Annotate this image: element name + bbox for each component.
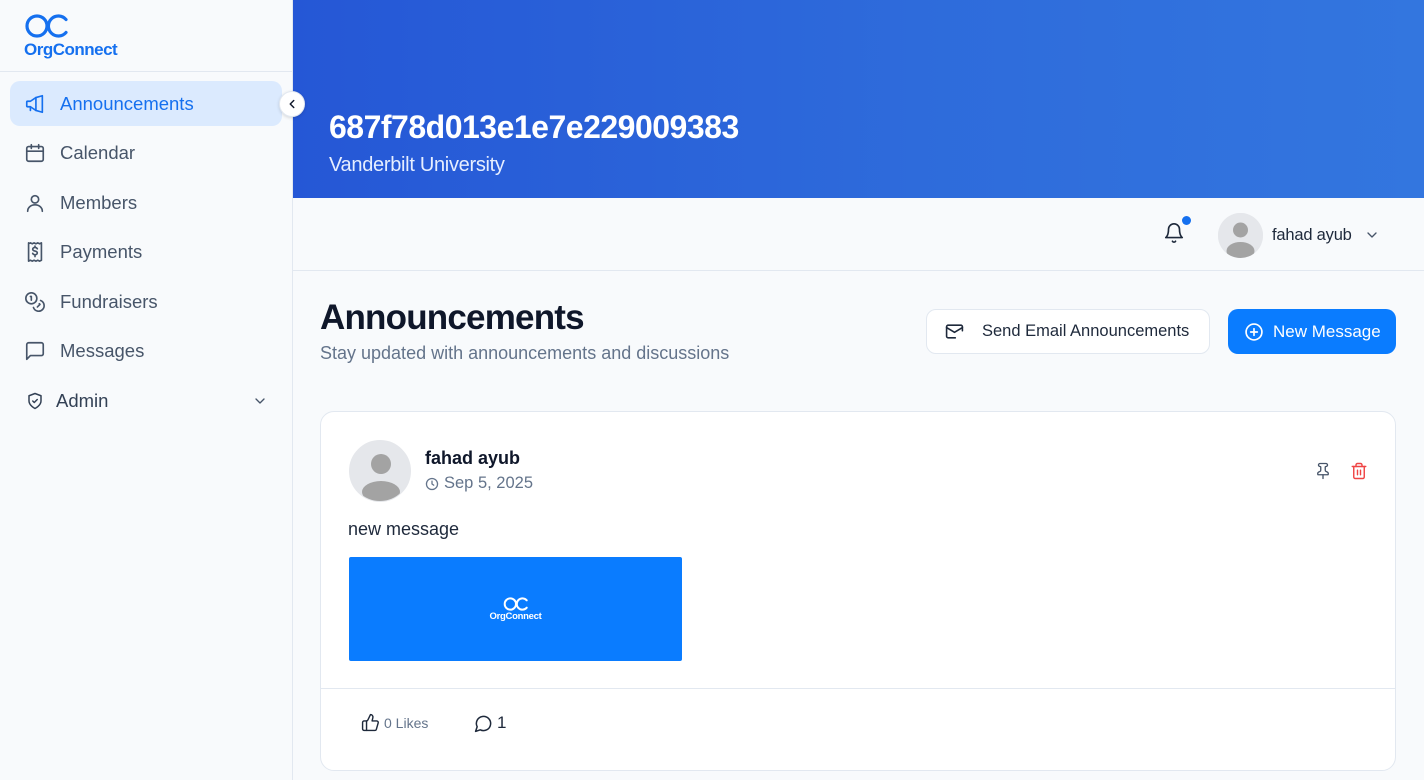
- post-date-text: Sep 5, 2025: [444, 474, 533, 492]
- like-button[interactable]: 0 Likes: [361, 713, 428, 732]
- sidebar-item-members[interactable]: Members: [10, 180, 282, 225]
- post-date: Sep 5, 2025: [425, 474, 533, 493]
- post-image-logo-text: OrgConnect: [489, 611, 542, 622]
- org-id-title: 687f78d013e1e7e229009383: [329, 109, 739, 145]
- plus-circle-icon: [1244, 322, 1264, 342]
- user-name: fahad ayub: [1272, 225, 1352, 244]
- org-banner: 687f78d013e1e7e229009383 Vanderbilt Univ…: [293, 0, 1424, 198]
- calendar-icon: [24, 142, 46, 164]
- chevron-left-icon: [289, 99, 295, 109]
- notifications-bell-icon[interactable]: [1163, 222, 1185, 244]
- trash-icon[interactable]: [1350, 462, 1370, 482]
- chevron-down-icon: [252, 393, 268, 409]
- mail-icon: [945, 322, 964, 341]
- message-circle-icon: [474, 714, 493, 733]
- sidebar-item-label: Messages: [60, 340, 145, 361]
- page-title: Announcements: [320, 298, 585, 337]
- sidebar-item-label: Payments: [60, 241, 143, 262]
- sidebar-item-announcements[interactable]: Announcements: [10, 81, 282, 126]
- logo-text: OrgConnect: [24, 40, 118, 59]
- post-image[interactable]: OrgConnect: [349, 557, 682, 661]
- app-logo[interactable]: OrgConnect: [0, 0, 292, 72]
- sidebar-item-messages[interactable]: Messages: [10, 329, 282, 374]
- page-subtitle: Stay updated with announcements and disc…: [320, 343, 730, 363]
- shield-check-icon: [24, 390, 46, 412]
- likes-count: 0 Likes: [384, 714, 429, 731]
- message-square-icon: [24, 340, 46, 362]
- sidebar-item-label: Fundraisers: [60, 290, 158, 312]
- sidebar-item-label: Calendar: [60, 142, 136, 163]
- sidebar: OrgConnect Announcements Calendar Member…: [0, 0, 293, 780]
- org-name: Vanderbilt University: [329, 154, 505, 176]
- sidebar-nav: Announcements Calendar Members Payments: [0, 72, 292, 423]
- sidebar-item-calendar[interactable]: Calendar: [10, 131, 282, 176]
- sidebar-item-admin[interactable]: Admin: [10, 378, 282, 423]
- megaphone-icon: [24, 93, 46, 115]
- pin-icon[interactable]: [1314, 462, 1334, 482]
- coins-icon: [24, 291, 46, 313]
- post-text: new message: [348, 519, 460, 539]
- logo-mark-icon: [503, 597, 528, 611]
- sidebar-item-payments[interactable]: Payments: [10, 230, 282, 275]
- sidebar-item-label: Announcements: [60, 92, 194, 114]
- new-message-label: New Message: [1273, 321, 1381, 341]
- avatar: [349, 440, 411, 502]
- sidebar-item-fundraisers[interactable]: Fundraisers: [10, 279, 282, 324]
- app-root: OrgConnect Announcements Calendar Member…: [0, 0, 1424, 780]
- send-email-label: Send Email Announcements: [982, 322, 1190, 340]
- send-email-announcements-button[interactable]: Send Email Announcements: [926, 309, 1210, 354]
- top-bar: fahad ayub: [293, 198, 1424, 271]
- logo-mark-icon: [24, 11, 70, 41]
- receipt-dollar-icon: [24, 241, 46, 263]
- clock-icon: [425, 477, 439, 491]
- thumbs-up-icon: [361, 713, 380, 732]
- user-icon: [24, 192, 46, 214]
- comments-count: 1: [497, 713, 507, 732]
- avatar: [1218, 212, 1263, 258]
- new-message-button[interactable]: New Message: [1228, 309, 1396, 354]
- chevron-down-icon: [1364, 227, 1380, 243]
- sidebar-collapse-button[interactable]: [279, 91, 305, 117]
- user-menu[interactable]: fahad ayub: [1218, 212, 1380, 258]
- comments-button[interactable]: 1: [474, 713, 506, 733]
- sidebar-item-label: Members: [60, 191, 138, 213]
- sidebar-item-label: Admin: [56, 389, 109, 411]
- post-author: fahad ayub: [425, 448, 521, 468]
- notification-dot: [1182, 216, 1191, 225]
- divider: [321, 688, 1395, 689]
- announcement-card: fahad ayub Sep 5, 2025 new message OrgCo…: [320, 411, 1396, 771]
